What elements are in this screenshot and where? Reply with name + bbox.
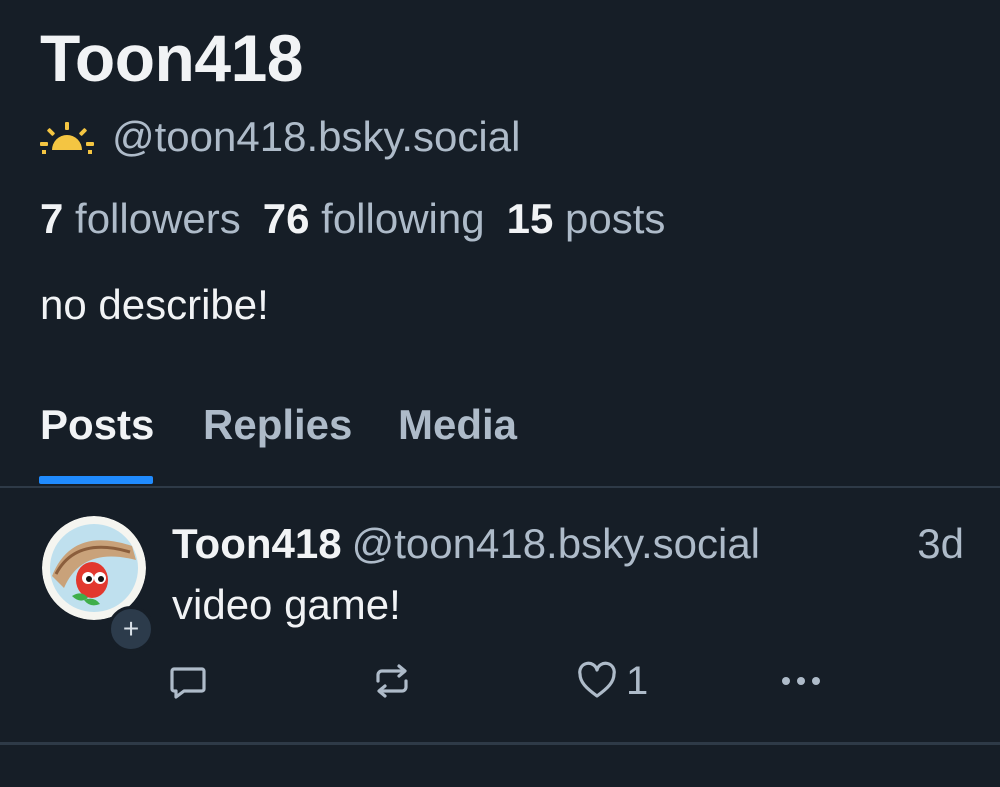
profile-display-name: Toon418 xyxy=(40,21,303,95)
like-button[interactable]: 1 xyxy=(576,656,648,706)
post-text: video game! xyxy=(172,581,401,628)
tab-replies[interactable]: Replies xyxy=(203,400,352,450)
profile-stats: 7 followers 76 following 15 posts xyxy=(40,194,665,244)
active-tab-indicator xyxy=(39,476,153,484)
feed-post[interactable]: + Toon418 @toon418.bsky.social 3d video g… xyxy=(0,488,1000,745)
avatar[interactable] xyxy=(42,516,146,620)
posts-stat: 15 posts xyxy=(507,195,666,242)
like-count: 1 xyxy=(626,659,649,703)
post-avatar-wrap[interactable]: + xyxy=(42,516,154,652)
following-count: 76 xyxy=(262,195,310,242)
profile-handle-row: @toon418.bsky.social xyxy=(40,112,520,162)
posts-count: 15 xyxy=(506,195,554,242)
tab-posts[interactable]: Posts xyxy=(40,400,154,450)
followers-count: 7 xyxy=(40,195,64,242)
heart-icon xyxy=(576,661,618,701)
profile-page: Toon418 @toon418.bsky.social 7 followers… xyxy=(0,0,1000,787)
reply-icon xyxy=(168,661,208,701)
followers-link[interactable]: 7 followers xyxy=(40,195,241,242)
post-actions: 1 xyxy=(0,656,1000,706)
profile-bio: no describe! xyxy=(40,281,269,328)
more-icon xyxy=(778,671,824,691)
post-header: Toon418 @toon418.bsky.social 3d xyxy=(172,518,972,570)
repost-button[interactable] xyxy=(370,656,414,706)
post-timestamp[interactable]: 3d xyxy=(917,518,964,570)
profile-handle[interactable]: @toon418.bsky.social xyxy=(112,112,520,162)
post-author[interactable]: Toon418 xyxy=(172,520,342,567)
following-link[interactable]: 76 following xyxy=(263,195,485,242)
followers-label: followers xyxy=(75,195,241,242)
reply-button[interactable] xyxy=(168,656,208,706)
repost-icon xyxy=(370,661,414,701)
tab-media[interactable]: Media xyxy=(398,400,517,450)
following-label: following xyxy=(321,195,485,242)
sunrise-icon xyxy=(40,120,94,154)
plus-icon[interactable]: + xyxy=(108,606,154,652)
posts-label: posts xyxy=(564,195,666,242)
more-options-button[interactable] xyxy=(778,656,824,706)
profile-tabs: Posts Replies Media xyxy=(0,390,1000,488)
post-handle[interactable]: @toon418.bsky.social xyxy=(352,520,760,567)
